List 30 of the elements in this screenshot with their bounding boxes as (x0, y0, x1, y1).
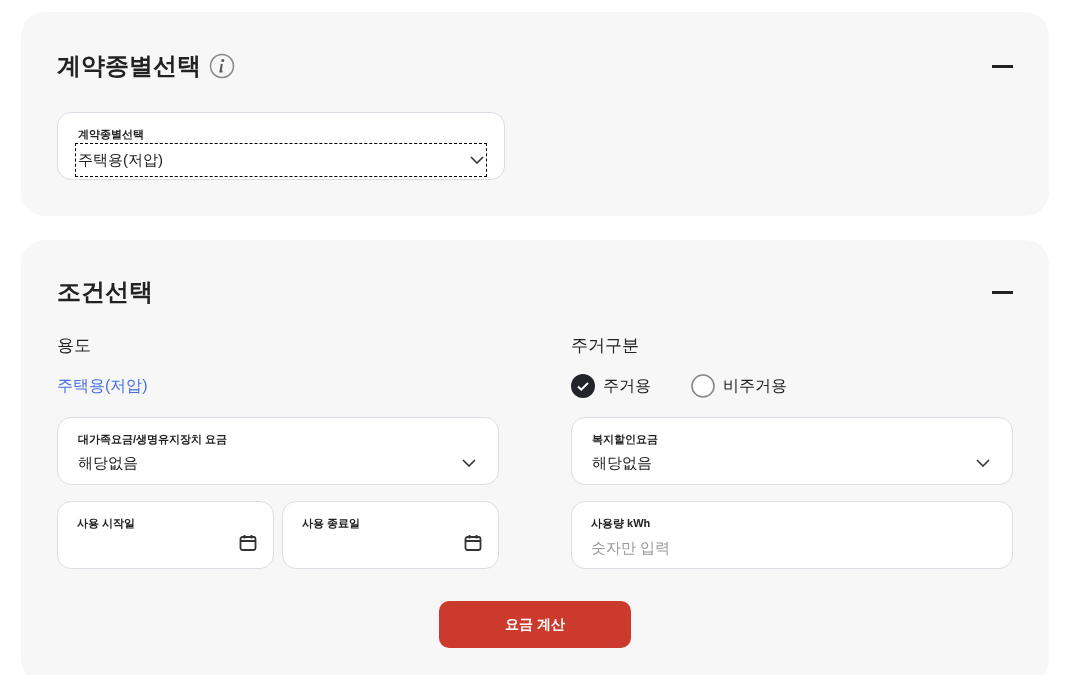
chevron-down-icon (462, 459, 476, 467)
select-value: 해당없음 (78, 452, 138, 473)
usage-input-field[interactable]: 숫자만 입력 (591, 537, 993, 560)
field-label: 사용 종료일 (302, 516, 362, 530)
select-value: 해당없음 (592, 452, 652, 473)
group-label: 용도 (57, 335, 92, 357)
field-label: 복지할인요금 (592, 432, 659, 446)
group-label: 주거구분 (571, 335, 640, 357)
field-label: 사용 시작일 (77, 516, 137, 530)
field-label: 사용량 kWh (591, 516, 652, 530)
calendar-icon[interactable] (464, 534, 482, 552)
date-field[interactable]: 사용 종료일 (282, 501, 499, 569)
chevron-down-icon (976, 459, 990, 467)
usage-field[interactable]: 사용량 kWh 숫자만 입력 (571, 501, 1013, 569)
radio-option[interactable]: 비주거용 (691, 374, 787, 398)
select-field[interactable]: 계약종별선택 주택용(저압) (57, 112, 505, 180)
section-title: 계약종별선택 (57, 51, 201, 81)
radio-option[interactable]: 주거용 (571, 374, 651, 398)
calendar-icon[interactable] (239, 534, 257, 552)
field-label: 대가족요금/생명유지장치 요금 (78, 432, 229, 446)
date-field[interactable]: 사용 시작일 (57, 501, 274, 569)
select-value: 주택용(저압) (78, 149, 163, 170)
section-title: 조건선택 (57, 277, 153, 307)
calculate-button[interactable]: 요금 계산 (439, 601, 631, 648)
select-field[interactable]: 대가족요금/생명유지장치 요금 해당없음 (57, 417, 499, 485)
field-label: 계약종별선택 (78, 127, 145, 141)
info-icon[interactable] (209, 53, 235, 79)
chevron-down-icon (470, 156, 484, 164)
usage-value: 주택용(저압) (57, 376, 149, 396)
select-field[interactable]: 복지할인요금 해당없음 (571, 417, 1013, 485)
